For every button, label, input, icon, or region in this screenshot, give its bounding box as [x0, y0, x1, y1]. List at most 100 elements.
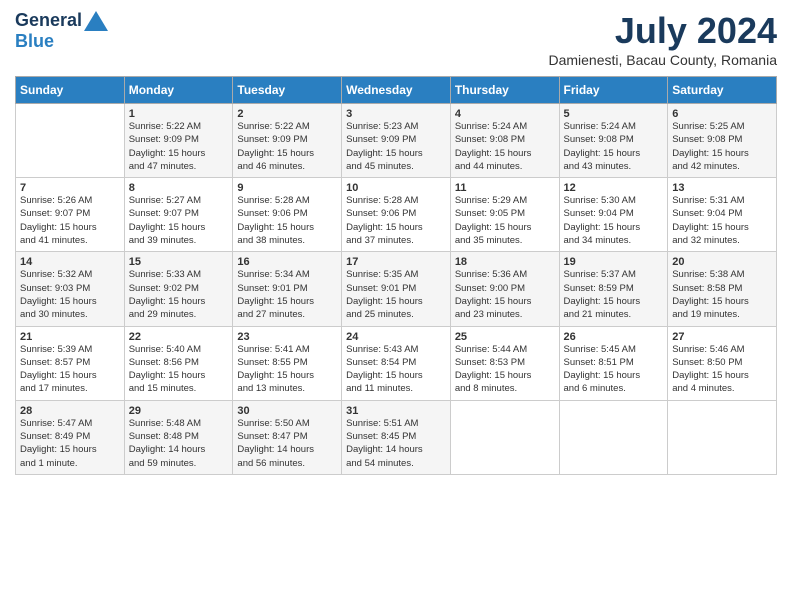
table-row: 20Sunrise: 5:38 AM Sunset: 8:58 PM Dayli… — [668, 252, 777, 326]
day-number: 14 — [20, 256, 120, 268]
logo: General Blue — [15, 10, 108, 52]
day-number: 5 — [564, 108, 664, 120]
day-info: Sunrise: 5:44 AM Sunset: 8:53 PM Dayligh… — [455, 343, 555, 396]
title-section: July 2024 Damienesti, Bacau County, Roma… — [548, 10, 777, 68]
day-info: Sunrise: 5:39 AM Sunset: 8:57 PM Dayligh… — [20, 343, 120, 396]
table-row: 3Sunrise: 5:23 AM Sunset: 9:09 PM Daylig… — [342, 104, 451, 178]
table-row: 15Sunrise: 5:33 AM Sunset: 9:02 PM Dayli… — [124, 252, 233, 326]
table-row: 12Sunrise: 5:30 AM Sunset: 9:04 PM Dayli… — [559, 178, 668, 252]
table-row: 24Sunrise: 5:43 AM Sunset: 8:54 PM Dayli… — [342, 326, 451, 400]
table-row: 22Sunrise: 5:40 AM Sunset: 8:56 PM Dayli… — [124, 326, 233, 400]
day-number: 17 — [346, 256, 446, 268]
calendar-week-row: 7Sunrise: 5:26 AM Sunset: 9:07 PM Daylig… — [16, 178, 777, 252]
day-info: Sunrise: 5:35 AM Sunset: 9:01 PM Dayligh… — [346, 268, 446, 321]
col-saturday: Saturday — [668, 77, 777, 104]
logo-general-text: General — [15, 10, 82, 31]
col-thursday: Thursday — [450, 77, 559, 104]
day-info: Sunrise: 5:46 AM Sunset: 8:50 PM Dayligh… — [672, 343, 772, 396]
day-info: Sunrise: 5:25 AM Sunset: 9:08 PM Dayligh… — [672, 120, 772, 173]
col-monday: Monday — [124, 77, 233, 104]
table-row: 23Sunrise: 5:41 AM Sunset: 8:55 PM Dayli… — [233, 326, 342, 400]
table-row: 13Sunrise: 5:31 AM Sunset: 9:04 PM Dayli… — [668, 178, 777, 252]
table-row: 26Sunrise: 5:45 AM Sunset: 8:51 PM Dayli… — [559, 326, 668, 400]
day-info: Sunrise: 5:27 AM Sunset: 9:07 PM Dayligh… — [129, 194, 229, 247]
header: General Blue July 2024 Damienesti, Bacau… — [15, 10, 777, 68]
day-number: 2 — [237, 108, 337, 120]
day-number: 29 — [129, 405, 229, 417]
day-number: 15 — [129, 256, 229, 268]
day-info: Sunrise: 5:36 AM Sunset: 9:00 PM Dayligh… — [455, 268, 555, 321]
table-row: 30Sunrise: 5:50 AM Sunset: 8:47 PM Dayli… — [233, 400, 342, 474]
day-number: 21 — [20, 331, 120, 343]
day-number: 10 — [346, 182, 446, 194]
calendar-week-row: 21Sunrise: 5:39 AM Sunset: 8:57 PM Dayli… — [16, 326, 777, 400]
calendar-week-row: 1Sunrise: 5:22 AM Sunset: 9:09 PM Daylig… — [16, 104, 777, 178]
location: Damienesti, Bacau County, Romania — [548, 52, 777, 68]
day-info: Sunrise: 5:32 AM Sunset: 9:03 PM Dayligh… — [20, 268, 120, 321]
day-number: 11 — [455, 182, 555, 194]
day-number: 30 — [237, 405, 337, 417]
day-info: Sunrise: 5:41 AM Sunset: 8:55 PM Dayligh… — [237, 343, 337, 396]
day-number: 24 — [346, 331, 446, 343]
day-info: Sunrise: 5:24 AM Sunset: 9:08 PM Dayligh… — [455, 120, 555, 173]
day-info: Sunrise: 5:31 AM Sunset: 9:04 PM Dayligh… — [672, 194, 772, 247]
table-row: 27Sunrise: 5:46 AM Sunset: 8:50 PM Dayli… — [668, 326, 777, 400]
day-number: 9 — [237, 182, 337, 194]
day-info: Sunrise: 5:48 AM Sunset: 8:48 PM Dayligh… — [129, 417, 229, 470]
table-row: 28Sunrise: 5:47 AM Sunset: 8:49 PM Dayli… — [16, 400, 125, 474]
day-info: Sunrise: 5:22 AM Sunset: 9:09 PM Dayligh… — [129, 120, 229, 173]
day-number: 26 — [564, 331, 664, 343]
day-info: Sunrise: 5:37 AM Sunset: 8:59 PM Dayligh… — [564, 268, 664, 321]
table-row: 14Sunrise: 5:32 AM Sunset: 9:03 PM Dayli… — [16, 252, 125, 326]
table-row: 7Sunrise: 5:26 AM Sunset: 9:07 PM Daylig… — [16, 178, 125, 252]
col-tuesday: Tuesday — [233, 77, 342, 104]
day-number: 23 — [237, 331, 337, 343]
table-row: 16Sunrise: 5:34 AM Sunset: 9:01 PM Dayli… — [233, 252, 342, 326]
day-info: Sunrise: 5:33 AM Sunset: 9:02 PM Dayligh… — [129, 268, 229, 321]
table-row: 10Sunrise: 5:28 AM Sunset: 9:06 PM Dayli… — [342, 178, 451, 252]
col-sunday: Sunday — [16, 77, 125, 104]
table-row: 4Sunrise: 5:24 AM Sunset: 9:08 PM Daylig… — [450, 104, 559, 178]
day-number: 20 — [672, 256, 772, 268]
day-info: Sunrise: 5:23 AM Sunset: 9:09 PM Dayligh… — [346, 120, 446, 173]
day-info: Sunrise: 5:24 AM Sunset: 9:08 PM Dayligh… — [564, 120, 664, 173]
day-number: 31 — [346, 405, 446, 417]
table-row: 5Sunrise: 5:24 AM Sunset: 9:08 PM Daylig… — [559, 104, 668, 178]
day-info: Sunrise: 5:43 AM Sunset: 8:54 PM Dayligh… — [346, 343, 446, 396]
day-number: 13 — [672, 182, 772, 194]
day-info: Sunrise: 5:38 AM Sunset: 8:58 PM Dayligh… — [672, 268, 772, 321]
logo-icon — [84, 11, 108, 31]
table-row — [668, 400, 777, 474]
day-number: 16 — [237, 256, 337, 268]
day-info: Sunrise: 5:30 AM Sunset: 9:04 PM Dayligh… — [564, 194, 664, 247]
table-row: 18Sunrise: 5:36 AM Sunset: 9:00 PM Dayli… — [450, 252, 559, 326]
day-info: Sunrise: 5:40 AM Sunset: 8:56 PM Dayligh… — [129, 343, 229, 396]
day-info: Sunrise: 5:26 AM Sunset: 9:07 PM Dayligh… — [20, 194, 120, 247]
table-row: 17Sunrise: 5:35 AM Sunset: 9:01 PM Dayli… — [342, 252, 451, 326]
day-info: Sunrise: 5:47 AM Sunset: 8:49 PM Dayligh… — [20, 417, 120, 470]
day-info: Sunrise: 5:50 AM Sunset: 8:47 PM Dayligh… — [237, 417, 337, 470]
day-info: Sunrise: 5:29 AM Sunset: 9:05 PM Dayligh… — [455, 194, 555, 247]
table-row: 31Sunrise: 5:51 AM Sunset: 8:45 PM Dayli… — [342, 400, 451, 474]
table-row: 8Sunrise: 5:27 AM Sunset: 9:07 PM Daylig… — [124, 178, 233, 252]
day-info: Sunrise: 5:34 AM Sunset: 9:01 PM Dayligh… — [237, 268, 337, 321]
calendar-week-row: 28Sunrise: 5:47 AM Sunset: 8:49 PM Dayli… — [16, 400, 777, 474]
col-wednesday: Wednesday — [342, 77, 451, 104]
logo-blue-text: Blue — [15, 31, 54, 52]
table-row: 9Sunrise: 5:28 AM Sunset: 9:06 PM Daylig… — [233, 178, 342, 252]
table-row — [559, 400, 668, 474]
table-row: 2Sunrise: 5:22 AM Sunset: 9:09 PM Daylig… — [233, 104, 342, 178]
calendar-week-row: 14Sunrise: 5:32 AM Sunset: 9:03 PM Dayli… — [16, 252, 777, 326]
calendar-table: Sunday Monday Tuesday Wednesday Thursday… — [15, 76, 777, 475]
day-number: 19 — [564, 256, 664, 268]
day-info: Sunrise: 5:22 AM Sunset: 9:09 PM Dayligh… — [237, 120, 337, 173]
table-row: 25Sunrise: 5:44 AM Sunset: 8:53 PM Dayli… — [450, 326, 559, 400]
day-info: Sunrise: 5:28 AM Sunset: 9:06 PM Dayligh… — [237, 194, 337, 247]
col-friday: Friday — [559, 77, 668, 104]
table-row: 6Sunrise: 5:25 AM Sunset: 9:08 PM Daylig… — [668, 104, 777, 178]
day-number: 12 — [564, 182, 664, 194]
day-number: 25 — [455, 331, 555, 343]
table-row: 1Sunrise: 5:22 AM Sunset: 9:09 PM Daylig… — [124, 104, 233, 178]
day-number: 7 — [20, 182, 120, 194]
day-number: 18 — [455, 256, 555, 268]
